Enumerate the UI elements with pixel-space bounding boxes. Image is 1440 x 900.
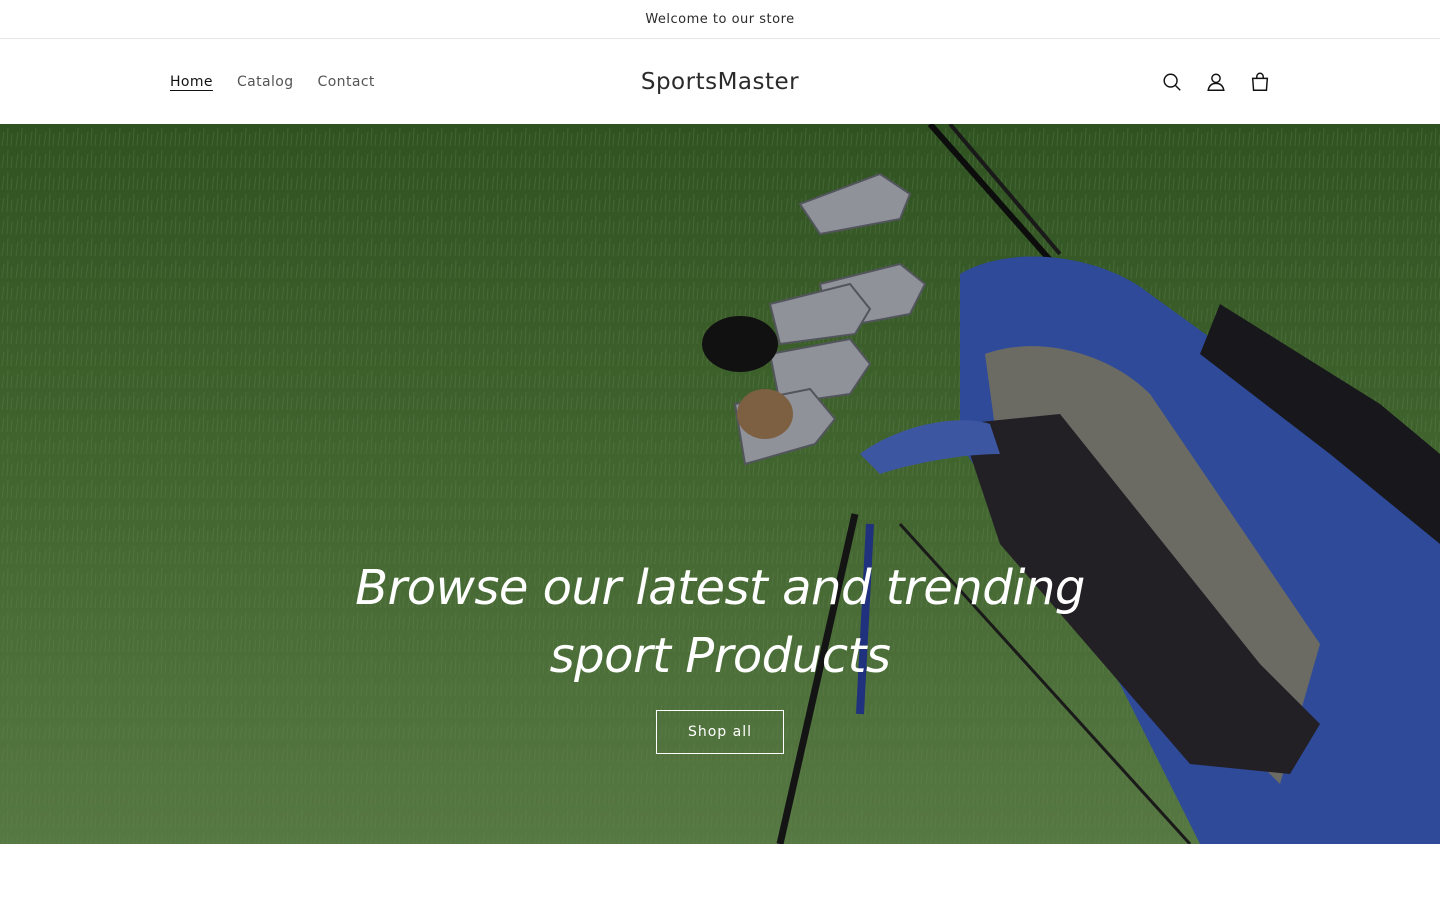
- cart-icon[interactable]: [1242, 64, 1278, 100]
- nav-catalog-link[interactable]: Catalog: [237, 74, 294, 90]
- shop-all-button[interactable]: Shop all: [655, 710, 785, 754]
- hero-title: Browse our latest and trending sport Pro…: [355, 560, 1085, 684]
- announcement-text: Welcome to our store: [645, 11, 795, 27]
- hero-content: Browse our latest and trending sport Pro…: [0, 554, 1440, 754]
- nav-home-link[interactable]: Home: [170, 74, 213, 90]
- nav-contact-link[interactable]: Contact: [318, 74, 375, 90]
- store-logo[interactable]: SportsMaster: [641, 69, 799, 95]
- header-icons: [1154, 64, 1278, 100]
- search-icon[interactable]: [1154, 64, 1190, 100]
- account-icon[interactable]: [1198, 64, 1234, 100]
- site-header: Home Catalog Contact SportsMaster: [0, 39, 1440, 124]
- announcement-bar: Welcome to our store: [0, 0, 1440, 39]
- hero-banner: Browse our latest and trending sport Pro…: [0, 124, 1440, 844]
- main-nav: Home Catalog Contact: [170, 74, 375, 90]
